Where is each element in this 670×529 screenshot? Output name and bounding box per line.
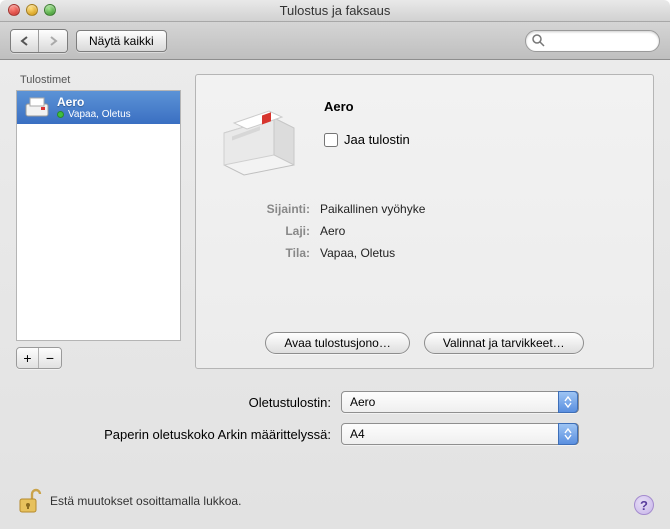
forward-button[interactable] <box>39 30 67 52</box>
search-input[interactable] <box>525 30 660 52</box>
show-all-button[interactable]: Näytä kaikki <box>76 30 167 52</box>
share-printer-row[interactable]: Jaa tulostin <box>324 132 410 147</box>
add-printer-button[interactable]: + <box>17 348 39 368</box>
paper-size-popup[interactable]: A4 <box>341 423 579 445</box>
popup-arrows-icon <box>558 391 578 413</box>
printer-detail-panel: Aero Jaa tulostin Sijainti: Paikallinen … <box>195 74 654 369</box>
lock-row[interactable]: Estä muutokset osoittamalla lukkoa. <box>16 487 241 515</box>
prefpane-body: Tulostimet Aero Vapaa, Oletus <box>0 60 670 529</box>
window-controls <box>8 4 56 16</box>
default-printer-label: Oletustulostin: <box>16 395 341 410</box>
nav-segment <box>10 29 68 53</box>
printer-list-item[interactable]: Aero Vapaa, Oletus <box>17 91 180 124</box>
printer-info-grid: Sijainti: Paikallinen vyöhyke Laji: Aero… <box>214 202 635 260</box>
printer-large-icon <box>214 93 304 178</box>
printer-icon <box>23 96 51 120</box>
status-dot-icon <box>57 111 64 118</box>
paper-size-label: Paperin oletuskoko Arkin määrittelyssä: <box>16 427 341 442</box>
lock-open-icon <box>16 487 42 515</box>
help-button[interactable]: ? <box>634 495 654 515</box>
plus-icon: + <box>23 351 31 365</box>
printer-list[interactable]: Aero Vapaa, Oletus <box>16 90 181 341</box>
close-window-button[interactable] <box>8 4 20 16</box>
default-printer-popup[interactable]: Aero <box>341 391 579 413</box>
remove-printer-button[interactable]: − <box>39 348 61 368</box>
options-supplies-button[interactable]: Valinnat ja tarvikkeet… <box>424 332 584 354</box>
paper-size-value: A4 <box>350 427 365 441</box>
help-icon: ? <box>640 498 648 513</box>
search-icon <box>532 34 545 47</box>
defaults-form: Oletustulostin: Aero Paperin oletuskoko … <box>16 391 654 445</box>
back-button[interactable] <box>11 30 39 52</box>
printer-item-name: Aero <box>57 95 131 109</box>
chevron-right-icon <box>49 36 58 46</box>
kind-key: Laji: <box>214 224 310 238</box>
printer-name: Aero <box>324 99 410 114</box>
printer-item-status: Vapaa, Oletus <box>68 109 131 120</box>
printer-list-item-text: Aero Vapaa, Oletus <box>57 95 131 120</box>
location-value: Paikallinen vyöhyke <box>320 202 635 216</box>
chevron-left-icon <box>20 36 29 46</box>
location-key: Sijainti: <box>214 202 310 216</box>
titlebar: Tulostus ja faksaus <box>0 0 670 22</box>
open-queue-button[interactable]: Avaa tulostusjono… <box>265 332 410 354</box>
state-key: Tila: <box>214 246 310 260</box>
printer-list-box: Tulostimet Aero Vapaa, Oletus <box>16 74 181 369</box>
window-title: Tulostus ja faksaus <box>0 3 670 18</box>
printer-item-status-row: Vapaa, Oletus <box>57 109 131 120</box>
toolbar: Näytä kaikki <box>0 22 670 60</box>
share-printer-checkbox[interactable] <box>324 133 338 147</box>
minus-icon: − <box>46 351 54 365</box>
lock-text: Estä muutokset osoittamalla lukkoa. <box>50 494 241 508</box>
kind-value: Aero <box>320 224 635 238</box>
popup-arrows-icon <box>558 423 578 445</box>
search-wrap <box>525 30 660 52</box>
add-remove-segment: + − <box>16 347 62 369</box>
zoom-window-button[interactable] <box>44 4 56 16</box>
default-printer-value: Aero <box>350 395 375 409</box>
state-value: Vapaa, Oletus <box>320 246 635 260</box>
minimize-window-button[interactable] <box>26 4 38 16</box>
printer-list-header: Tulostimet <box>16 74 181 90</box>
share-printer-label: Jaa tulostin <box>344 132 410 147</box>
